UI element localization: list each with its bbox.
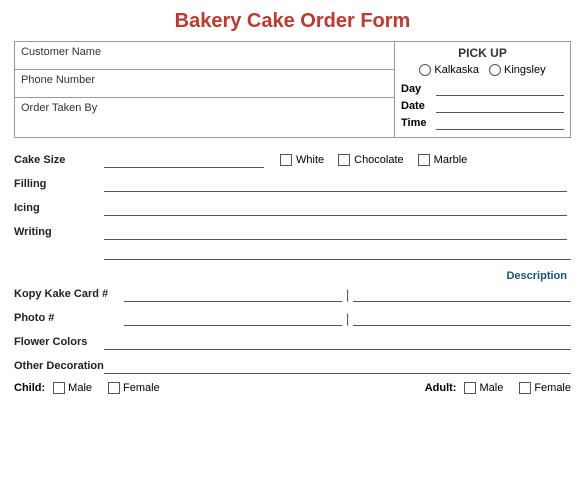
child-male-label: Male xyxy=(68,382,92,394)
kingsley-label: Kingsley xyxy=(504,64,546,76)
description-header: Description xyxy=(14,270,567,282)
kingsley-radio-icon xyxy=(489,64,501,76)
day-field: Day xyxy=(401,82,564,96)
pickup-title: PICK UP xyxy=(401,46,564,60)
filling-input[interactable] xyxy=(104,176,567,192)
child-female-checkbox[interactable] xyxy=(108,382,120,394)
chocolate-option[interactable]: Chocolate xyxy=(338,154,404,166)
phone-number-label: Phone Number xyxy=(21,74,95,86)
kopy-kake-left-input[interactable] xyxy=(124,286,342,302)
adult-options: Male Female xyxy=(464,382,571,394)
kalkaska-radio[interactable]: Kalkaska xyxy=(419,64,479,76)
customer-name-label: Customer Name xyxy=(21,46,101,58)
adult-label: Adult: xyxy=(425,382,457,394)
child-label: Child: xyxy=(14,382,45,394)
photo-label: Photo # xyxy=(14,312,124,324)
adult-female-option[interactable]: Female xyxy=(519,382,571,394)
kingsley-radio[interactable]: Kingsley xyxy=(489,64,546,76)
marble-checkbox[interactable] xyxy=(418,154,430,166)
date-input-line[interactable] xyxy=(436,99,564,113)
chocolate-label: Chocolate xyxy=(354,154,404,166)
adult-male-option[interactable]: Male xyxy=(464,382,503,394)
cake-type-options: White Chocolate Marble xyxy=(280,154,467,166)
marble-option[interactable]: Marble xyxy=(418,154,468,166)
form-section: Cake Size White Chocolate Marble Filling… xyxy=(14,152,571,394)
flower-colors-label: Flower Colors xyxy=(14,336,104,348)
order-taken-label: Order Taken By xyxy=(21,102,97,114)
child-female-option[interactable]: Female xyxy=(108,382,160,394)
top-section: Customer Name Phone Number Order Taken B… xyxy=(14,41,571,138)
other-decoration-label: Other Decoration xyxy=(14,360,104,372)
child-options: Male Female xyxy=(45,382,160,394)
date-label: Date xyxy=(401,100,436,112)
time-input-line[interactable] xyxy=(436,116,564,130)
cake-size-row: Cake Size White Chocolate Marble xyxy=(14,152,571,168)
icing-label: Icing xyxy=(14,202,104,214)
chocolate-checkbox[interactable] xyxy=(338,154,350,166)
phone-number-row: Phone Number xyxy=(15,70,394,98)
adult-male-checkbox[interactable] xyxy=(464,382,476,394)
photo-divider: | xyxy=(346,311,349,326)
cake-size-label: Cake Size xyxy=(14,154,104,166)
writing-label: Writing xyxy=(14,226,104,238)
white-label: White xyxy=(296,154,324,166)
writing-row: Writing xyxy=(14,224,571,240)
adult-female-checkbox[interactable] xyxy=(519,382,531,394)
kopy-kake-divider: | xyxy=(346,287,349,302)
marble-label: Marble xyxy=(434,154,468,166)
order-taken-row: Order Taken By xyxy=(15,98,394,126)
filling-row: Filling xyxy=(14,176,571,192)
kalkaska-label: Kalkaska xyxy=(434,64,479,76)
kopy-kake-label: Kopy Kake Card # xyxy=(14,288,124,300)
time-label: Time xyxy=(401,117,436,129)
date-field: Date xyxy=(401,99,564,113)
top-left-fields: Customer Name Phone Number Order Taken B… xyxy=(15,42,395,137)
white-option[interactable]: White xyxy=(280,154,324,166)
flower-colors-input[interactable] xyxy=(104,334,571,350)
photo-right-input[interactable] xyxy=(353,310,571,326)
adult-female-label: Female xyxy=(534,382,571,394)
writing-second-input[interactable] xyxy=(104,244,571,260)
kopy-kake-row: Kopy Kake Card # | xyxy=(14,286,571,302)
flower-colors-row: Flower Colors xyxy=(14,334,571,350)
adult-male-label: Male xyxy=(479,382,503,394)
photo-left-input[interactable] xyxy=(124,310,342,326)
pickup-section: PICK UP Kalkaska Kingsley Day Date Time xyxy=(395,42,570,137)
photo-row: Photo # | xyxy=(14,310,571,326)
kalkaska-radio-icon xyxy=(419,64,431,76)
cake-size-input[interactable] xyxy=(104,152,264,168)
other-decoration-input[interactable] xyxy=(104,358,571,374)
icing-row: Icing xyxy=(14,200,571,216)
pickup-radios: Kalkaska Kingsley xyxy=(401,64,564,76)
customer-name-row: Customer Name xyxy=(15,42,394,70)
child-female-label: Female xyxy=(123,382,160,394)
other-decoration-row: Other Decoration xyxy=(14,358,571,374)
day-label: Day xyxy=(401,83,436,95)
day-input-line[interactable] xyxy=(436,82,564,96)
child-adult-row: Child: Male Female Adult: Male Female xyxy=(14,382,571,394)
time-field: Time xyxy=(401,116,564,130)
page-title: Bakery Cake Order Form xyxy=(14,10,571,33)
child-male-option[interactable]: Male xyxy=(53,382,92,394)
filling-label: Filling xyxy=(14,178,104,190)
white-checkbox[interactable] xyxy=(280,154,292,166)
kopy-kake-right-input[interactable] xyxy=(353,286,571,302)
icing-input[interactable] xyxy=(104,200,567,216)
writing-input[interactable] xyxy=(104,224,567,240)
child-male-checkbox[interactable] xyxy=(53,382,65,394)
